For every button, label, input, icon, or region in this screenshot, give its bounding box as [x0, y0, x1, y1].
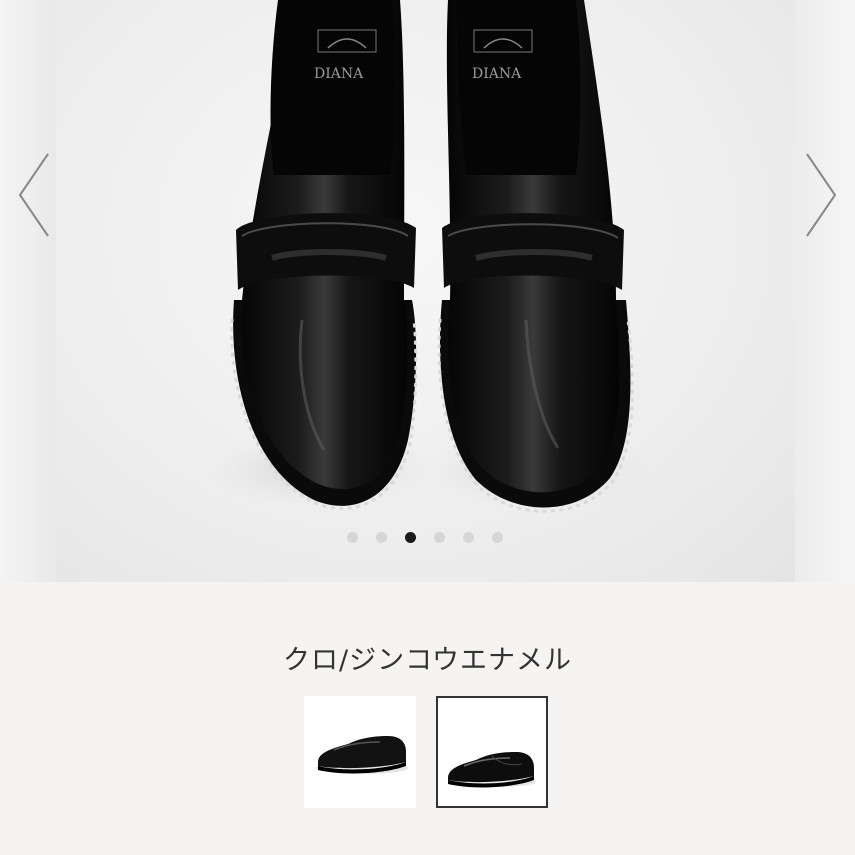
carousel-dot-1[interactable]: [347, 532, 358, 543]
carousel-dot-4[interactable]: [434, 532, 445, 543]
carousel-dot-5[interactable]: [463, 532, 474, 543]
image-carousel[interactable]: DIANA DIANA: [0, 0, 855, 582]
carousel-prev-button[interactable]: [14, 150, 54, 240]
product-image: DIANA DIANA: [56, 0, 795, 582]
chevron-left-icon: [18, 153, 49, 237]
product-page: DIANA DIANA クロ/ジンコウエナメル: [0, 0, 855, 855]
color-swatch-1[interactable]: [304, 696, 416, 808]
color-swatch-2[interactable]: [436, 696, 548, 808]
carousel-pagination: [347, 532, 503, 543]
chevron-right-icon: [806, 153, 837, 237]
carousel-dot-3[interactable]: [405, 532, 416, 543]
loafers-photo: DIANA DIANA: [202, 0, 656, 513]
carousel-dot-6[interactable]: [492, 532, 503, 543]
carousel-next-button[interactable]: [801, 150, 841, 240]
carousel-dot-2[interactable]: [376, 532, 387, 543]
color-swatches: [304, 696, 548, 808]
swatch-loafer-thumbnail: [448, 752, 536, 788]
swatch-loafer-thumbnail: [316, 736, 408, 774]
left-loafer: DIANA: [230, 0, 418, 510]
next-slide-peek: [795, 0, 855, 582]
previous-slide-peek: [0, 0, 56, 582]
right-loafer: DIANA: [437, 0, 634, 513]
insole-brand-text: DIANA: [314, 66, 364, 82]
color-variant-name: クロ/ジンコウエナメル: [282, 645, 573, 676]
insole-brand-text: DIANA: [472, 66, 522, 82]
